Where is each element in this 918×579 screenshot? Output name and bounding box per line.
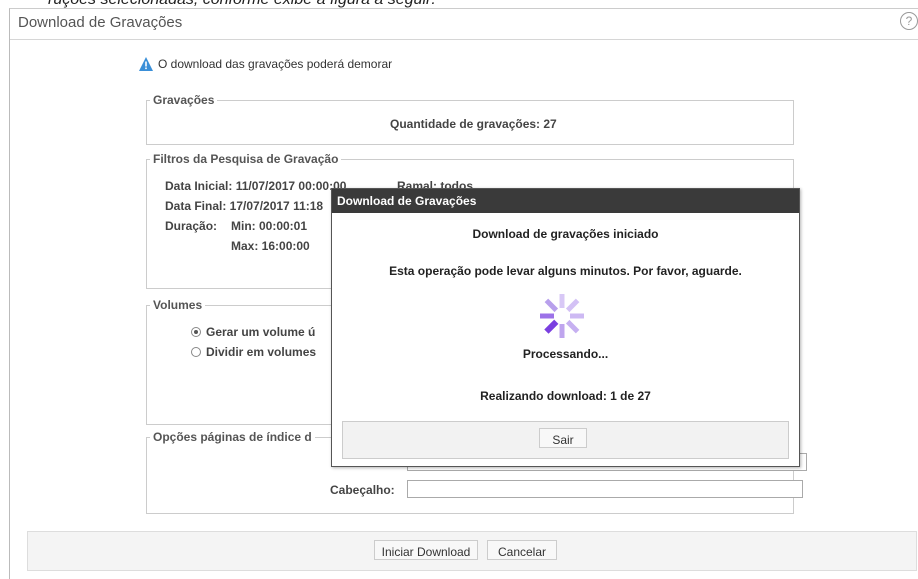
cabecalho-input[interactable] bbox=[407, 480, 803, 498]
filter-duration-max: Max: 16:00:00 bbox=[231, 239, 310, 253]
radio-selected-icon[interactable] bbox=[191, 327, 201, 337]
dialog-heading: Download de gravações iniciado bbox=[472, 227, 659, 241]
dialog-status: Processando... bbox=[522, 347, 609, 361]
exit-button[interactable]: Sair bbox=[539, 428, 587, 448]
radio-split-volumes[interactable]: Dividir em volumes bbox=[191, 345, 316, 359]
warning-icon bbox=[139, 57, 153, 71]
window-title: Download de Gravações bbox=[18, 14, 183, 31]
filtros-legend: Filtros da Pesquisa de Gravação bbox=[153, 152, 339, 166]
dialog-message: Esta operação pode levar alguns minutos.… bbox=[389, 264, 742, 278]
help-icon[interactable]: ? bbox=[900, 12, 918, 30]
cabecalho-label: Cabeçalho: bbox=[330, 483, 395, 497]
filter-duration-label: Duração: bbox=[165, 219, 218, 233]
download-progress-dialog: Download de Gravações Download de gravaç… bbox=[331, 188, 800, 467]
cancel-button[interactable]: Cancelar bbox=[487, 540, 557, 560]
loading-spinner-icon bbox=[540, 294, 584, 338]
radio-single-volume-label: Gerar um volume ú bbox=[206, 325, 316, 339]
dialog-title: Download de Gravações bbox=[332, 189, 799, 213]
form-footer: Iniciar Download Cancelar bbox=[27, 531, 917, 571]
filter-start-date: Data Inicial: 11/07/2017 00:00:00 bbox=[165, 179, 347, 193]
radio-unselected-icon[interactable] bbox=[191, 347, 201, 357]
radio-single-volume[interactable]: Gerar um volume ú bbox=[191, 325, 315, 339]
filter-duration-min: Min: 00:00:01 bbox=[231, 219, 308, 233]
filter-end-date: Data Final: 17/07/2017 11:18 bbox=[165, 199, 324, 213]
gravacoes-legend: Gravações bbox=[153, 93, 215, 107]
start-download-button[interactable]: Iniciar Download bbox=[374, 540, 478, 560]
recording-count: Quantidade de gravações: 27 bbox=[390, 117, 557, 131]
opcoes-legend: Opções páginas de índice d bbox=[153, 430, 312, 444]
volumes-legend: Volumes bbox=[153, 298, 203, 312]
radio-split-volumes-label: Dividir em volumes bbox=[206, 345, 317, 359]
dialog-footer: Sair bbox=[342, 421, 789, 459]
warning-message: O download das gravações poderá demorar bbox=[138, 56, 392, 72]
warning-text: O download das gravações poderá demorar bbox=[158, 57, 393, 71]
title-divider bbox=[10, 39, 918, 40]
dialog-progress: Realizando download: 1 de 27 bbox=[480, 389, 651, 403]
